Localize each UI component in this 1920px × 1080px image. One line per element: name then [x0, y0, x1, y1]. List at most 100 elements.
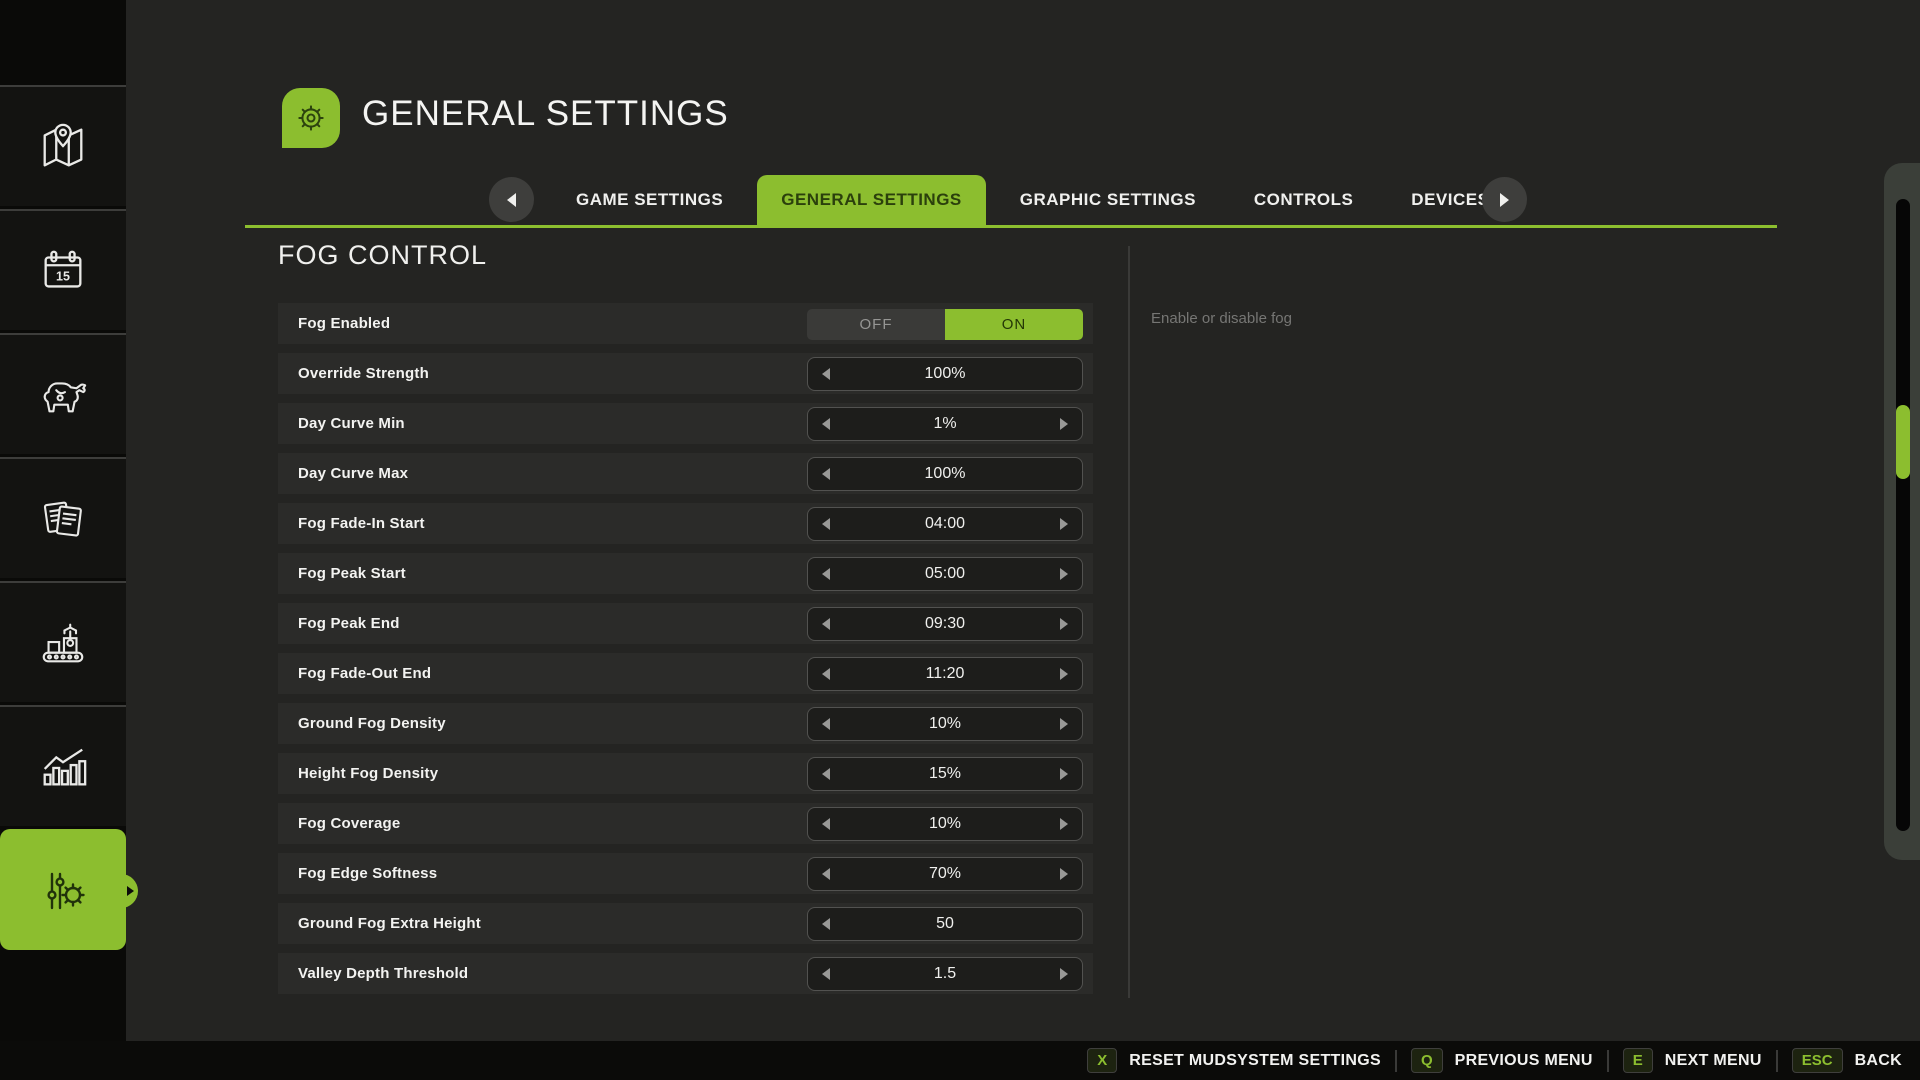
value-stepper[interactable]: 04:00	[807, 507, 1083, 541]
setting-label: Fog Coverage	[298, 815, 400, 832]
value-stepper[interactable]: 15%	[807, 757, 1083, 791]
decrease-arrow[interactable]	[822, 418, 830, 430]
increase-arrow[interactable]	[1060, 818, 1068, 830]
setting-control: 100%	[807, 457, 1083, 491]
value-stepper[interactable]: 09:30	[807, 607, 1083, 641]
value-stepper[interactable]: 05:00	[807, 557, 1083, 591]
increase-arrow[interactable]	[1060, 418, 1068, 430]
setting-value: 100%	[925, 465, 966, 483]
decrease-arrow[interactable]	[822, 768, 830, 780]
decrease-arrow[interactable]	[822, 518, 830, 530]
footer-separator	[1395, 1050, 1397, 1072]
footer-action-label: NEXT MENU	[1665, 1052, 1762, 1070]
setting-value: 05:00	[925, 565, 965, 583]
tab-controls[interactable]: CONTROLS	[1230, 175, 1377, 225]
setting-label: Day Curve Max	[298, 465, 408, 482]
increase-arrow[interactable]	[1060, 868, 1068, 880]
tabs-previous-button[interactable]	[489, 177, 534, 222]
key-badge: X	[1087, 1048, 1117, 1073]
increase-arrow[interactable]	[1060, 618, 1068, 630]
footer-bar: X RESET MUDSYSTEM SETTINGS Q PREVIOUS ME…	[0, 1041, 1920, 1080]
sidebar-item-contracts[interactable]	[0, 457, 126, 578]
setting-label: Day Curve Min	[298, 415, 405, 432]
tab-game-settings[interactable]: GAME SETTINGS	[552, 175, 747, 225]
increase-arrow[interactable]	[1060, 768, 1068, 780]
decrease-arrow[interactable]	[822, 718, 830, 730]
footer-action-next-menu[interactable]: E NEXT MENU	[1623, 1048, 1762, 1073]
decrease-arrow[interactable]	[822, 668, 830, 680]
setting-control: 10%	[807, 807, 1083, 841]
increase-arrow[interactable]	[1060, 968, 1068, 980]
sidebar-item-map[interactable]	[0, 85, 126, 206]
sidebar-item-mod-settings[interactable]	[0, 829, 126, 950]
decrease-arrow[interactable]	[822, 918, 830, 930]
increase-arrow[interactable]	[1060, 668, 1068, 680]
decrease-arrow[interactable]	[822, 368, 830, 380]
scrollbar-track[interactable]	[1896, 199, 1910, 831]
value-stepper[interactable]: 100%	[807, 457, 1083, 491]
increase-arrow[interactable]	[1060, 518, 1068, 530]
tab-bar: GAME SETTINGS GENERAL SETTINGS GRAPHIC S…	[552, 175, 1513, 225]
tab-graphic-settings[interactable]: GRAPHIC SETTINGS	[996, 175, 1220, 225]
value-stepper[interactable]: 1%	[807, 407, 1083, 441]
setting-value: 15%	[929, 765, 961, 783]
sidebar-item-animals[interactable]	[0, 333, 126, 454]
setting-row-ground-fog-density: Ground Fog Density 10%	[278, 703, 1093, 744]
section-title: FOG CONTROL	[278, 240, 487, 271]
toggle-off-button[interactable]: OFF	[807, 309, 945, 340]
setting-row-fog-fade-out-end: Fog Fade-Out End 11:20	[278, 653, 1093, 694]
decrease-arrow[interactable]	[822, 568, 830, 580]
tabs-next-button[interactable]	[1482, 177, 1527, 222]
decrease-arrow[interactable]	[822, 968, 830, 980]
setting-label: Fog Fade-Out End	[298, 665, 431, 682]
key-badge: Q	[1411, 1048, 1443, 1073]
scrollbar-thumb[interactable]	[1896, 405, 1910, 479]
setting-label: Valley Depth Threshold	[298, 965, 468, 982]
setting-row-day-curve-min: Day Curve Min 1%	[278, 403, 1093, 444]
value-stepper[interactable]: 1.5	[807, 957, 1083, 991]
help-panel-divider	[1128, 246, 1130, 998]
toggle: OFF ON	[807, 309, 1083, 340]
mod-settings-icon	[36, 864, 90, 918]
setting-row-ground-fog-extra-height: Ground Fog Extra Height 50	[278, 903, 1093, 944]
setting-label: Ground Fog Extra Height	[298, 915, 481, 932]
increase-arrow[interactable]	[1060, 718, 1068, 730]
setting-label: Fog Peak Start	[298, 565, 406, 582]
contracts-icon	[37, 493, 89, 545]
sidebar-item-statistics[interactable]	[0, 705, 126, 826]
setting-row-fog-fade-in-start: Fog Fade-In Start 04:00	[278, 503, 1093, 544]
decrease-arrow[interactable]	[822, 618, 830, 630]
decrease-arrow[interactable]	[822, 468, 830, 480]
setting-control: 50	[807, 907, 1083, 941]
gear-icon	[290, 97, 332, 139]
page-icon-bubble	[282, 88, 340, 148]
production-icon	[37, 617, 89, 669]
increase-arrow[interactable]	[1060, 568, 1068, 580]
key-badge: ESC	[1792, 1048, 1843, 1073]
tab-label: GAME SETTINGS	[576, 190, 723, 210]
settings-rows: Fog Enabled OFF ON Override Strength 100…	[278, 303, 1093, 1003]
setting-control: 100%	[807, 357, 1083, 391]
toggle-on-button[interactable]: ON	[945, 309, 1083, 340]
decrease-arrow[interactable]	[822, 818, 830, 830]
footer-action-reset-mudsystem-settings[interactable]: X RESET MUDSYSTEM SETTINGS	[1087, 1048, 1381, 1073]
value-stepper[interactable]: 10%	[807, 707, 1083, 741]
setting-control: 15%	[807, 757, 1083, 791]
value-stepper[interactable]: 11:20	[807, 657, 1083, 691]
tab-label: GENERAL SETTINGS	[781, 190, 962, 210]
footer-action-previous-menu[interactable]: Q PREVIOUS MENU	[1411, 1048, 1593, 1073]
tab-general-settings[interactable]: GENERAL SETTINGS	[757, 175, 986, 225]
value-stepper[interactable]: 50	[807, 907, 1083, 941]
value-stepper[interactable]: 100%	[807, 357, 1083, 391]
setting-control: 11:20	[807, 657, 1083, 691]
footer-action-back[interactable]: ESC BACK	[1792, 1048, 1902, 1073]
sidebar-item-production[interactable]	[0, 581, 126, 702]
decrease-arrow[interactable]	[822, 868, 830, 880]
value-stepper[interactable]: 70%	[807, 857, 1083, 891]
tab-label: DEVICES	[1411, 190, 1489, 210]
value-stepper[interactable]: 10%	[807, 807, 1083, 841]
tab-label: CONTROLS	[1254, 190, 1353, 210]
chevron-right-icon	[1500, 193, 1509, 207]
setting-label: Override Strength	[298, 365, 429, 382]
sidebar-item-calendar[interactable]: 15	[0, 209, 126, 330]
